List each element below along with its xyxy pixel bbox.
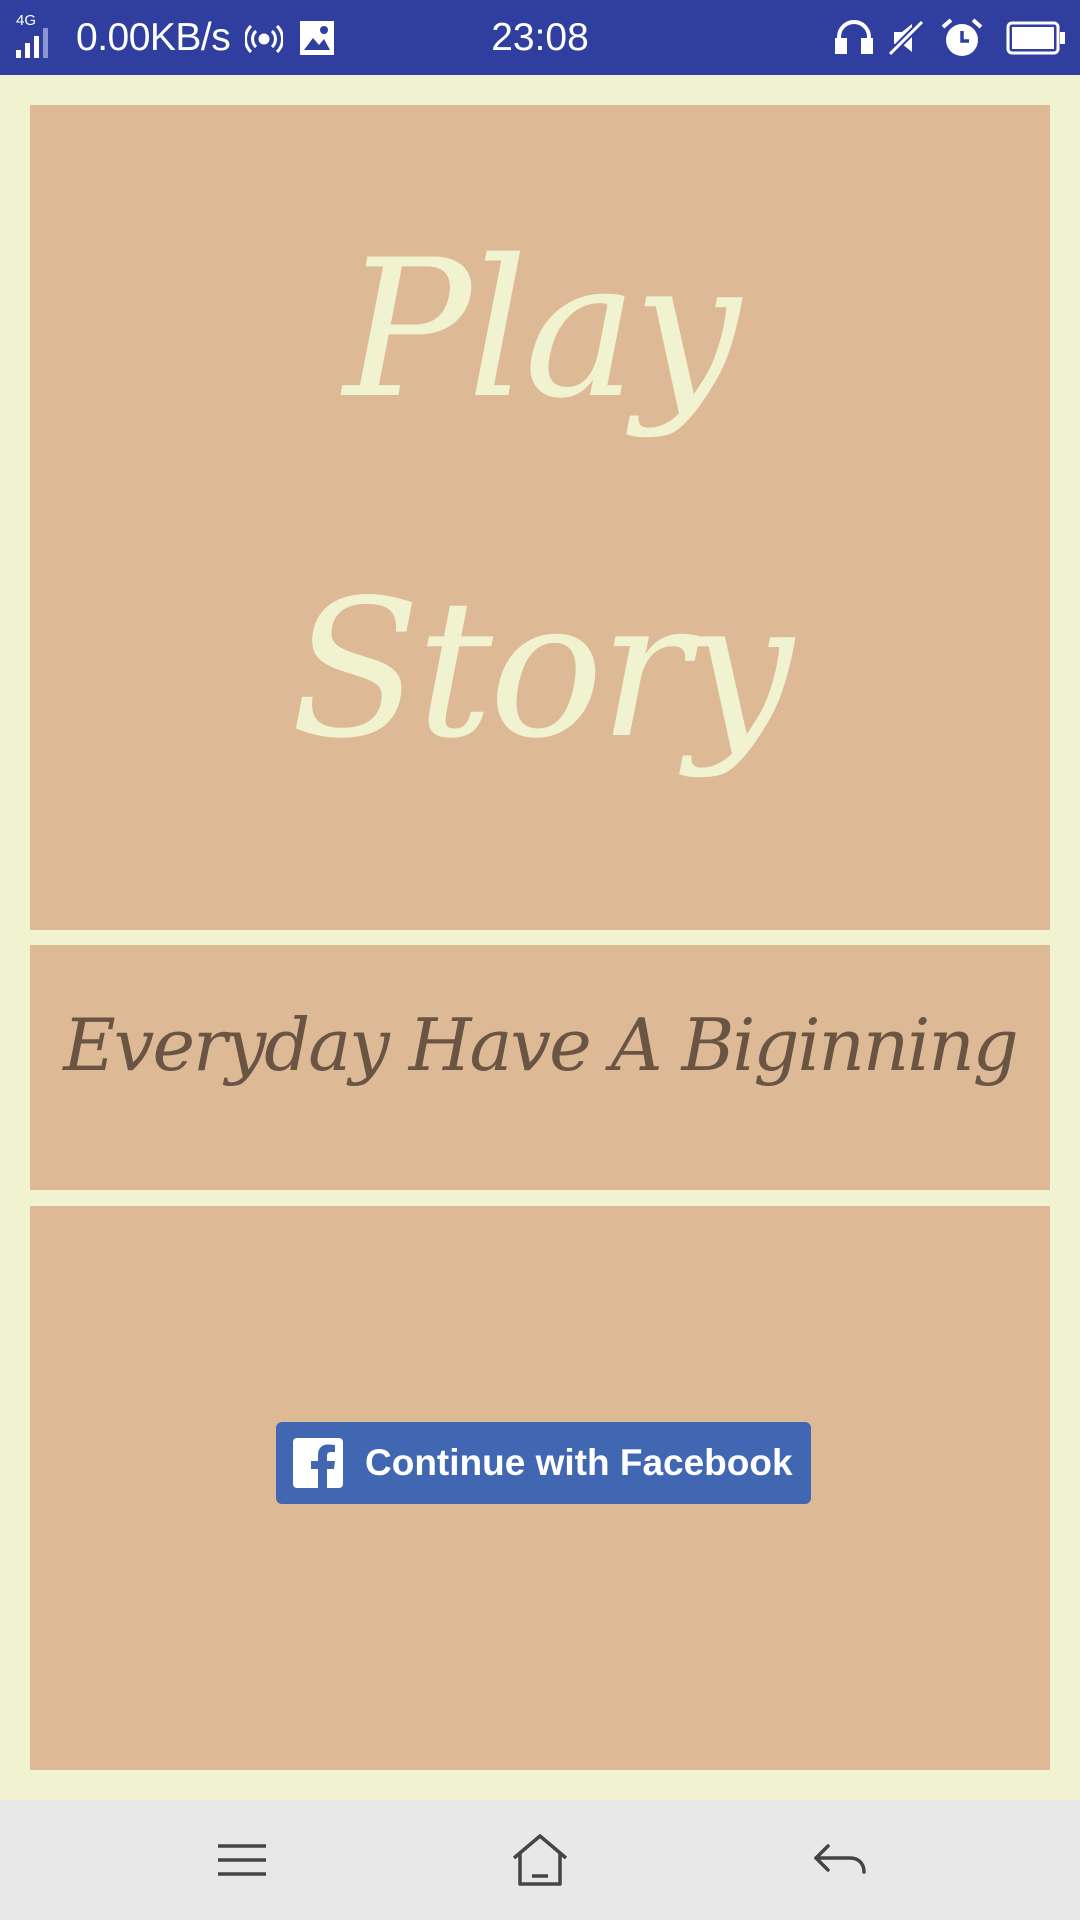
battery-icon bbox=[1006, 21, 1066, 59]
facebook-button-label: Continue with Facebook bbox=[365, 1442, 793, 1483]
tagline-panel: Everyday Have A Biginning bbox=[30, 945, 1050, 1190]
status-bar: 4G 0.00KB/s 23:08 bbox=[0, 0, 1080, 75]
app-title-story: Story bbox=[290, 559, 793, 780]
app-title-play: Play bbox=[343, 219, 740, 440]
back-icon[interactable] bbox=[800, 1830, 880, 1890]
title-panel: Play Story bbox=[30, 105, 1050, 930]
facebook-icon bbox=[293, 1438, 343, 1488]
menu-icon[interactable] bbox=[202, 1830, 282, 1890]
tagline: Everyday Have A Biginning bbox=[63, 1003, 1019, 1087]
mute-icon bbox=[886, 18, 926, 62]
headset-icon bbox=[834, 19, 874, 61]
facebook-login-button[interactable]: Continue with Facebook bbox=[276, 1422, 811, 1504]
home-icon[interactable] bbox=[500, 1830, 580, 1890]
alarm-icon bbox=[941, 17, 983, 63]
navigation-bar bbox=[0, 1800, 1080, 1920]
